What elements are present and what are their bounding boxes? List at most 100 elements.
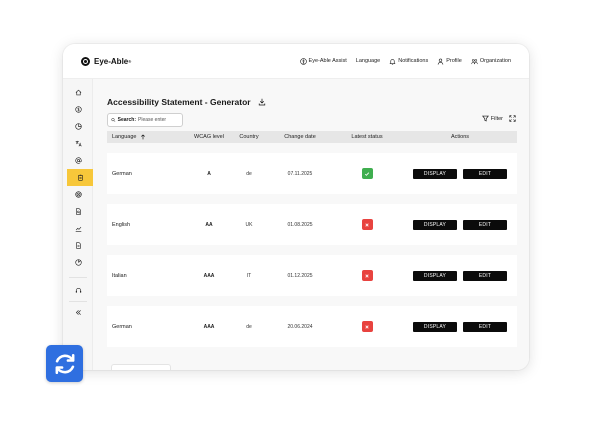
sidebar-item-support[interactable] xyxy=(67,282,89,299)
edit-button[interactable]: EDIT xyxy=(463,219,507,230)
brand-logo[interactable]: Eye-Able ® xyxy=(81,56,132,66)
sidebar-item-contact[interactable] xyxy=(67,152,89,169)
brand-mark: ® xyxy=(128,58,132,64)
edit-button[interactable]: EDIT xyxy=(463,270,507,281)
edit-button[interactable]: EDIT xyxy=(463,168,507,179)
user-icon xyxy=(437,58,444,65)
status-badge-fail xyxy=(361,219,373,230)
sidebar-item-document-check[interactable] xyxy=(67,203,89,220)
nav-eye-able-assist[interactable]: Eye-Able Assist xyxy=(299,57,347,65)
nav-eye-able-assist-label: Eye-Able Assist xyxy=(308,58,347,64)
sidebar-item-trends[interactable] xyxy=(67,220,89,237)
collapse-icon xyxy=(75,310,81,315)
translate-icon xyxy=(75,140,82,147)
cell-country: de xyxy=(246,323,252,330)
close-icon xyxy=(365,273,369,278)
sidebar-item-files[interactable] xyxy=(67,237,89,254)
sidebar-item-analytics[interactable] xyxy=(67,118,89,135)
cell-country: UK xyxy=(245,221,253,228)
cell-language: Italian xyxy=(112,272,127,279)
check-icon xyxy=(364,171,370,176)
cell-status xyxy=(331,270,403,281)
sidebar-item-billing[interactable] xyxy=(67,101,89,118)
close-icon xyxy=(365,324,369,329)
cell-wcag: AAA xyxy=(203,323,215,330)
sidebar-item-statement[interactable] xyxy=(67,169,93,186)
edit-button[interactable]: EDIT xyxy=(463,321,507,332)
top-bar: Eye-Able ® Eye-Able Assist Language Notif… xyxy=(63,44,529,79)
cell-status xyxy=(331,168,403,179)
at-sign-icon xyxy=(74,157,82,164)
document-search-icon xyxy=(75,208,81,215)
nav-notifications[interactable]: Notifications xyxy=(389,58,428,65)
cell-status xyxy=(331,219,403,230)
cell-language: English xyxy=(112,221,131,228)
headset-icon xyxy=(75,287,81,293)
sidebar-divider xyxy=(69,301,87,302)
expand-icon[interactable] xyxy=(509,115,516,122)
statements-table: Language WCAG level Country Change date … xyxy=(107,131,517,347)
page-title: Accessibility Statement - Generator xyxy=(107,97,266,107)
app-window: Eye-Able ® Eye-Able Assist Language Notif… xyxy=(63,44,529,370)
pie-chart-icon xyxy=(74,123,82,130)
cell-date: 01.08.2025 xyxy=(287,221,313,228)
column-header-language[interactable]: Language xyxy=(107,134,189,140)
bell-icon xyxy=(389,58,396,65)
clipboard-icon xyxy=(77,174,83,181)
filter-button[interactable]: Filter xyxy=(481,115,503,122)
close-icon xyxy=(365,222,369,227)
sort-up-icon[interactable] xyxy=(140,134,146,140)
accessibility-icon xyxy=(299,57,307,65)
sidebar-item-reports[interactable] xyxy=(67,254,89,271)
search-label: Search: xyxy=(117,117,136,123)
home-icon xyxy=(75,89,81,96)
page-title-text: Accessibility Statement - Generator xyxy=(107,97,251,107)
pagination-bar[interactable] xyxy=(111,364,171,370)
status-badge-fail xyxy=(361,321,373,332)
table-row: English AA UK 01.08.2025 DISPLAY EDIT xyxy=(107,204,517,245)
cell-date: 07.11.2025 xyxy=(287,170,313,177)
column-header-status: Latest status xyxy=(351,134,383,140)
dollar-icon xyxy=(74,106,82,113)
download-icon[interactable] xyxy=(258,98,266,106)
organization-icon xyxy=(471,58,478,64)
search-input[interactable] xyxy=(138,117,182,123)
column-header-actions: Actions xyxy=(450,134,470,140)
target-icon xyxy=(74,191,82,198)
trend-chart-icon xyxy=(75,226,81,232)
table-header: Language WCAG level Country Change date … xyxy=(107,131,517,143)
top-nav: Eye-Able Assist Language Notifications P… xyxy=(299,57,511,65)
table-row: German A de 07.11.2025 DISPLAY EDIT xyxy=(107,153,517,194)
nav-language[interactable]: Language xyxy=(356,58,380,64)
table-tools: Filter xyxy=(481,115,516,122)
sidebar-item-translation[interactable] xyxy=(67,135,89,152)
cell-language: German xyxy=(112,323,132,330)
cell-wcag: AAA xyxy=(203,272,215,279)
status-badge-fail xyxy=(361,270,373,281)
cell-wcag: AA xyxy=(205,221,213,228)
table-row: German AAA de 20.06.2024 DISPLAY EDIT xyxy=(107,306,517,347)
sidebar-item-monitoring[interactable] xyxy=(67,186,89,203)
display-button[interactable]: DISPLAY xyxy=(413,219,457,230)
sidebar-item-home[interactable] xyxy=(67,84,89,101)
display-button[interactable]: DISPLAY xyxy=(413,321,457,332)
nav-notifications-label: Notifications xyxy=(398,58,429,64)
nav-profile[interactable]: Profile xyxy=(437,58,462,65)
search-box[interactable]: Search: xyxy=(107,113,183,127)
column-header-country: Country xyxy=(239,134,259,140)
sidebar xyxy=(63,79,93,370)
display-button[interactable]: DISPLAY xyxy=(413,168,457,179)
main-content: Accessibility Statement - Generator Sear… xyxy=(93,79,529,370)
table-row: Italian AAA IT 01.12.2025 DISPLAY EDIT xyxy=(107,255,517,296)
sidebar-collapse-button[interactable] xyxy=(67,304,89,321)
cell-date: 01.12.2025 xyxy=(287,272,313,279)
cell-actions: DISPLAY EDIT xyxy=(403,321,517,332)
cell-language: German xyxy=(112,170,132,177)
status-badge-ok xyxy=(361,168,373,179)
cell-country: de xyxy=(246,170,252,177)
report-chart-icon xyxy=(74,259,82,266)
display-button[interactable]: DISPLAY xyxy=(413,270,457,281)
nav-organization[interactable]: Organization xyxy=(471,58,511,65)
file-icon xyxy=(75,242,81,249)
sidebar-divider xyxy=(69,277,87,278)
